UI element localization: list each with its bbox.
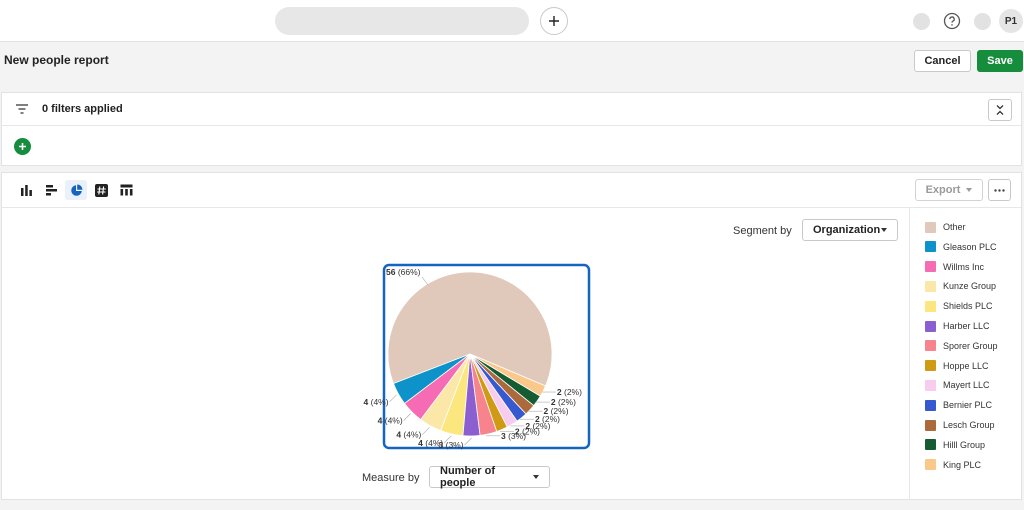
legend-item[interactable]: Hilll Group [925, 438, 985, 452]
legend-label: Shields PLC [943, 301, 993, 312]
export-button[interactable]: Export [915, 179, 983, 201]
legend-item[interactable]: Harber LLC [925, 319, 990, 333]
legend-label: Mayert LLC [943, 380, 990, 391]
collapse-icon [996, 105, 1004, 115]
legend-label: Bernier PLC [943, 400, 993, 411]
plus-icon [19, 143, 26, 150]
legend-swatch [925, 280, 936, 292]
save-button[interactable]: Save [977, 50, 1023, 72]
measure-by-label: Measure by [362, 472, 420, 484]
legend-label: Gleason PLC [943, 241, 997, 252]
legend-swatch [925, 221, 936, 233]
measure-by-value: Number of people [440, 465, 495, 489]
legend-item[interactable]: King PLC [925, 458, 981, 472]
legend-swatch [925, 261, 936, 273]
export-label: Export [925, 184, 961, 196]
legend-item[interactable]: Kunze Group [925, 279, 996, 293]
legend-swatch [925, 459, 936, 471]
pie-data-label: 4 (4%) [378, 415, 403, 425]
legend-item[interactable]: Sporer Group [925, 339, 998, 353]
pie-data-label: 4 (4%) [364, 397, 389, 407]
legend-label: Willms Inc [943, 261, 984, 272]
legend-label: Other [943, 222, 966, 232]
legend-swatch [925, 300, 936, 312]
pie-data-label: 56 (66%) [386, 267, 421, 277]
legend-swatch [925, 320, 936, 332]
add-filter-button[interactable] [14, 138, 31, 155]
filter-header: 0 filters applied [2, 93, 1021, 126]
page-title: New people report [4, 53, 109, 67]
legend-item[interactable]: Lesch Group [925, 418, 995, 432]
help-icon[interactable] [943, 12, 961, 30]
pie-leader-line [389, 394, 397, 403]
pie-leader-line [421, 276, 429, 286]
legend-label: Lesch Group [943, 420, 995, 430]
legend-swatch [925, 419, 936, 431]
more-horizontal-icon [994, 188, 1005, 192]
legend-item[interactable]: Other [925, 220, 966, 234]
plus-icon [549, 16, 559, 26]
chart-panel: Export Segment by Organization 56 (66%) 4… [1, 172, 1022, 500]
legend-item[interactable]: Willms Inc [925, 260, 984, 274]
legend-swatch [925, 340, 936, 352]
filter-icon [16, 104, 28, 114]
chevron-down-icon [966, 188, 973, 192]
pie-leader-line [403, 413, 411, 421]
legend-swatch [925, 360, 936, 372]
filters-applied-label: 0 filters applied [42, 103, 123, 115]
legend-swatch [925, 439, 936, 451]
search-bar[interactable] [275, 7, 529, 35]
legend-swatch [925, 399, 936, 411]
legend-item[interactable]: Mayert LLC [925, 378, 990, 392]
top-bar: P1 [0, 0, 1024, 42]
notification-icon[interactable] [913, 13, 930, 30]
avatar[interactable]: P1 [999, 9, 1023, 33]
pie-leader-line [422, 427, 430, 435]
apps-icon[interactable] [974, 13, 991, 30]
legend-label: Harber LLC [943, 321, 990, 331]
legend-item[interactable]: Bernier PLC [925, 398, 992, 412]
pie-data-label: 2 (2%) [551, 397, 576, 407]
measure-by-select[interactable]: Number of people [429, 465, 550, 489]
legend-item[interactable]: Shields PLC [925, 299, 993, 313]
legend-item[interactable]: Hoppe LLC [925, 359, 989, 373]
legend-swatch [925, 241, 936, 253]
legend-label: King PLC [943, 459, 982, 470]
legend-item[interactable]: Gleason PLC [925, 240, 997, 254]
chevron-down-icon [533, 475, 539, 479]
pie-chart: 56 (66%)4 (4%)4 (4%)4 (4%)4 (4%)3 (3%)3 … [364, 263, 591, 450]
pie-data-label: 2 (2%) [544, 406, 569, 416]
chart-legend: Other Gleason PLC Willms Inc Kunze Group Shi… [909, 208, 1023, 500]
pie-data-label: 3 (3%) [439, 440, 464, 450]
legend-label: Kunze Group [943, 281, 997, 292]
more-options-button[interactable] [988, 179, 1011, 201]
add-button[interactable] [540, 7, 568, 35]
legend-swatch [925, 379, 936, 391]
collapse-button[interactable] [988, 99, 1012, 121]
cancel-button[interactable]: Cancel [914, 50, 971, 72]
legend-label: Hilll Group [943, 439, 986, 450]
pie-data-label: 2 (2%) [557, 387, 582, 397]
filter-panel: 0 filters applied [1, 92, 1022, 166]
legend-label: Sporer Group [943, 340, 998, 351]
legend-label: Hoppe LLC [943, 360, 989, 371]
pie-leader-line [464, 437, 472, 446]
